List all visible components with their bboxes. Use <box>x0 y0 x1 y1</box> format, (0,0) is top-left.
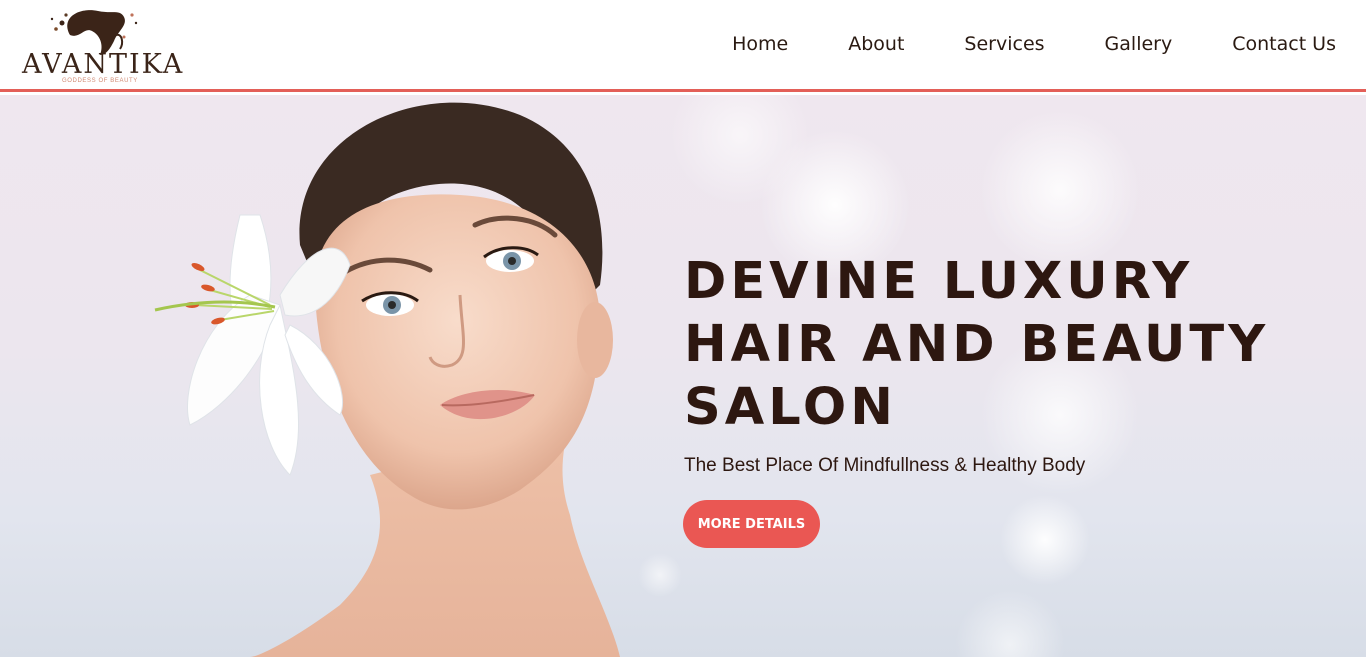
nav-item-contact-us[interactable]: Contact Us <box>1202 25 1336 63</box>
nav-item-home[interactable]: Home <box>702 25 788 63</box>
nav-item-about[interactable]: About <box>818 25 904 63</box>
site-header: AVANTIKA GODDESS OF BEAUTY Home About Se… <box>0 0 1366 92</box>
main-nav: Home About Services Gallery Contact Us <box>702 0 1366 88</box>
brand-tagline: GODDESS OF BEAUTY <box>62 78 138 84</box>
hero-banner: DEVINE LUXURY HAIR AND BEAUTY SALON The … <box>0 95 1366 657</box>
hero-headline: DEVINE LUXURY HAIR AND BEAUTY SALON <box>684 252 1270 437</box>
woman-with-lily-portrait-icon <box>154 102 620 657</box>
nav-item-gallery[interactable]: Gallery <box>1075 25 1173 63</box>
brand-logo[interactable]: AVANTIKA GODDESS OF BEAUTY <box>22 5 182 87</box>
lily-flower-icon <box>154 214 351 476</box>
hero-subtitle: The Best Place Of Mindfullness & Healthy… <box>684 455 1086 476</box>
brand-name: AVANTIKA <box>22 49 185 80</box>
nav-item-services[interactable]: Services <box>934 25 1044 63</box>
more-details-button[interactable]: MORE DETAILS <box>683 500 820 548</box>
